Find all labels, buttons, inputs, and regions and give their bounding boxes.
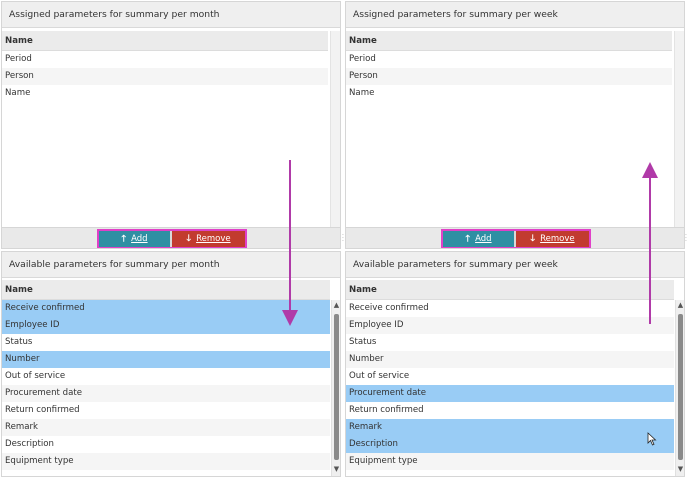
list-item[interactable]: Remark [2, 419, 330, 436]
list-item[interactable]: Description [2, 436, 330, 453]
week-available-title: Available parameters for summary per wee… [346, 252, 684, 278]
week-add-label: Add [475, 234, 492, 244]
week-button-bar: 🡑 Add 🡓 Remove [346, 227, 684, 248]
week-assigned-panel: Assigned parameters for summary per week… [345, 1, 685, 249]
list-item[interactable]: Period [2, 51, 328, 68]
month-available-list: Receive confirmed Employee ID Status Number… [2, 300, 330, 470]
week-remove-button[interactable]: 🡓 Remove [516, 231, 589, 247]
list-item[interactable]: Equipment type [2, 453, 330, 470]
week-available-panel: Available parameters for summary per wee… [345, 251, 685, 477]
list-item[interactable]: Remark [346, 419, 674, 436]
month-remove-button[interactable]: 🡓 Remove [172, 231, 245, 247]
month-remove-label: Remove [196, 234, 231, 244]
scroll-down-icon[interactable]: ▼ [332, 464, 340, 474]
list-item[interactable]: Person [346, 68, 672, 85]
month-available-scroll-thumb[interactable] [334, 314, 339, 460]
week-available-scroll-thumb[interactable] [678, 314, 683, 460]
month-button-bar: 🡑 Add 🡓 Remove [2, 227, 340, 248]
list-item[interactable]: Receive confirmed [346, 300, 674, 317]
list-item[interactable]: Number [2, 351, 330, 368]
mouse-pointer-icon [647, 432, 657, 446]
month-available-title: Available parameters for summary per mon… [2, 252, 340, 278]
week-assigned-list: Period Person Name [346, 51, 672, 102]
list-item[interactable]: Out of service [2, 368, 330, 385]
list-item[interactable]: Return confirmed [2, 402, 330, 419]
week-assigned-title: Assigned parameters for summary per week [346, 2, 684, 28]
arrow-down-icon: 🡓 [186, 234, 192, 244]
list-item[interactable]: Equipment type [346, 453, 674, 470]
week-button-group: 🡑 Add 🡓 Remove [441, 229, 591, 248]
list-item[interactable]: Number [346, 351, 674, 368]
month-assigned-column-header[interactable]: Name [2, 31, 328, 51]
list-item[interactable]: Procurement date [2, 385, 330, 402]
arrow-down-icon: 🡓 [530, 234, 536, 244]
arrow-up-icon: 🡑 [121, 234, 127, 244]
month-assigned-list: Period Person Name [2, 51, 328, 102]
week-available-column-header[interactable]: Name [346, 280, 674, 300]
list-item[interactable]: Name [2, 85, 328, 102]
list-item[interactable]: Status [2, 334, 330, 351]
week-assigned-column-header[interactable]: Name [346, 31, 672, 51]
week-add-button[interactable]: 🡑 Add [443, 231, 516, 247]
list-item[interactable]: Employee ID [2, 317, 330, 334]
month-available-panel: Available parameters for summary per mon… [1, 251, 341, 477]
list-item[interactable]: Receive confirmed [2, 300, 330, 317]
month-available-column-header[interactable]: Name [2, 280, 330, 300]
week-remove-label: Remove [540, 234, 575, 244]
week-available-scrollbar[interactable]: ▲ ▼ [675, 300, 684, 476]
month-add-label: Add [131, 234, 148, 244]
list-item[interactable]: Description [346, 436, 674, 453]
month-assigned-panel: Assigned parameters for summary per mont… [1, 1, 341, 249]
month-assigned-title: Assigned parameters for summary per mont… [2, 2, 340, 28]
scroll-up-icon[interactable]: ▲ [332, 300, 340, 310]
week-available-list: Receive confirmed Employee ID Status Number… [346, 300, 674, 470]
week-assigned-scroll-strip [674, 31, 684, 227]
month-add-button[interactable]: 🡑 Add [99, 231, 172, 247]
list-item[interactable]: Name [346, 85, 672, 102]
list-item[interactable]: Out of service [346, 368, 674, 385]
list-item[interactable]: Employee ID [346, 317, 674, 334]
list-item[interactable]: Person [2, 68, 328, 85]
month-button-group: 🡑 Add 🡓 Remove [97, 229, 247, 248]
splitter-grip-middle[interactable]: · · · [342, 233, 345, 245]
month-available-scrollbar[interactable]: ▲ ▼ [331, 300, 340, 476]
month-assigned-scroll-strip [330, 31, 340, 227]
list-item[interactable]: Period [346, 51, 672, 68]
scroll-up-icon[interactable]: ▲ [676, 300, 684, 310]
list-item[interactable]: Status [346, 334, 674, 351]
list-item[interactable]: Return confirmed [346, 402, 674, 419]
scroll-down-icon[interactable]: ▼ [676, 464, 684, 474]
list-item[interactable]: Procurement date [346, 385, 674, 402]
arrow-up-icon: 🡑 [465, 234, 471, 244]
